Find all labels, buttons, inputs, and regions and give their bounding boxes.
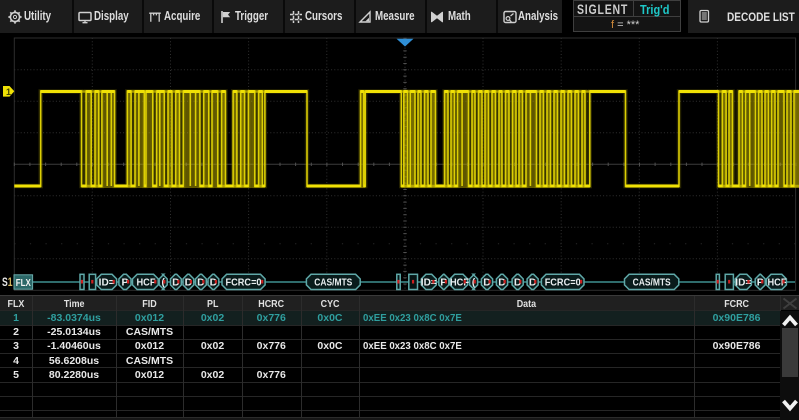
svg-text:HCF: HCF [137,277,157,289]
svg-text:CAS/MTS: CAS/MTS [633,277,671,289]
svg-text:FCRC=0: FCRC=0 [226,277,262,289]
svg-text:CAS/MTS: CAS/MTS [314,277,352,289]
svg-text:FCRC=0: FCRC=0 [545,277,581,289]
svg-text:S1: S1 [2,277,13,289]
svg-text:1: 1 [6,87,11,97]
svg-text:FLX: FLX [16,277,31,289]
svg-text:ID=: ID= [99,277,115,289]
svg-text:HCF: HCF [450,277,470,289]
